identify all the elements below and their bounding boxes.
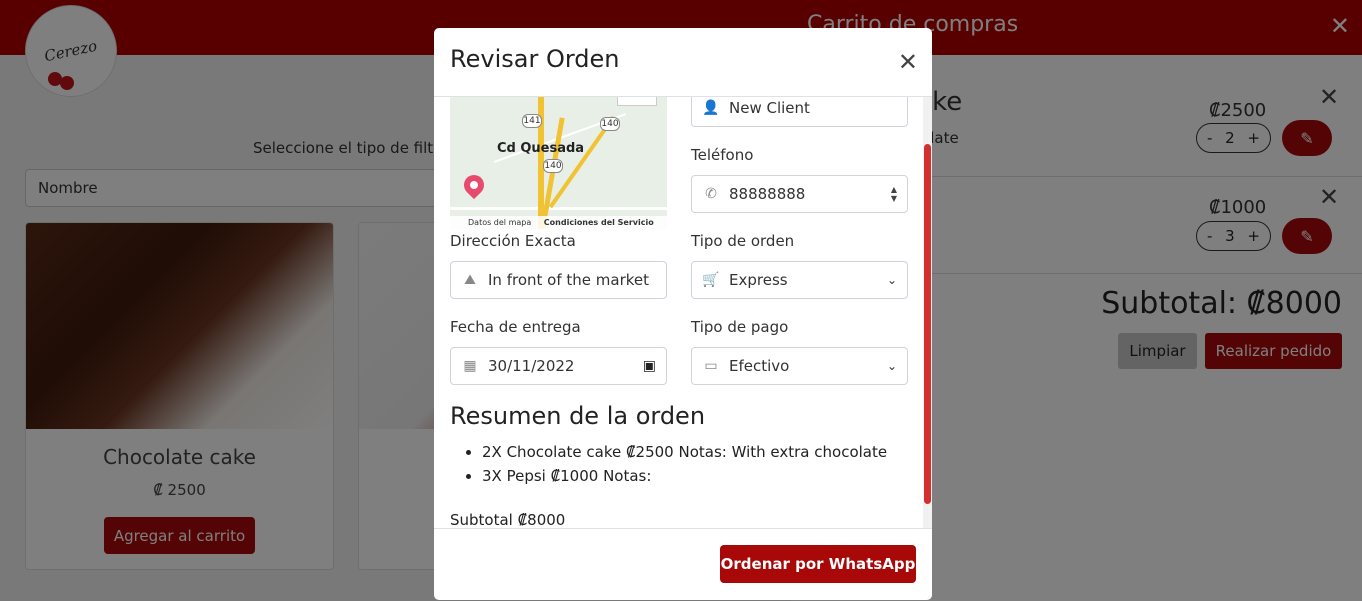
route-shield: 141 (522, 114, 542, 128)
map-terms-link[interactable]: Condiciones del Servicio (544, 218, 654, 227)
modal-title: Revisar Orden (450, 45, 620, 73)
phone-value: 88888888 (729, 185, 806, 203)
close-icon[interactable]: ✕ (898, 48, 918, 76)
map-attribution: Datos del mapa Condiciones del Servicio (450, 216, 667, 229)
summary-item: 2X Chocolate cake ₡2500 Notas: With extr… (482, 440, 887, 464)
order-type-select[interactable]: 🛒 Express ⌄ (691, 261, 908, 299)
map-road (450, 207, 667, 210)
map-pin-icon (459, 170, 489, 200)
calendar-icon: ▦ (463, 358, 477, 374)
phone-icon: ✆ (705, 186, 717, 202)
payment-label: Tipo de pago (691, 318, 789, 336)
modal-header: Revisar Orden ✕ (434, 28, 932, 97)
route-shield: 140 (600, 117, 620, 131)
address-label: Dirección Exacta (450, 232, 576, 250)
phone-field[interactable]: ✆ 88888888 ▲ ▼ (691, 175, 908, 213)
review-order-modal: Revisar Orden ✕ 141 140 140 Cd Quesada D… (434, 28, 932, 600)
phone-label: Teléfono (691, 146, 754, 164)
date-value: 30/11/2022 (488, 357, 575, 375)
modal-scrollbar[interactable] (923, 97, 932, 528)
chevron-down-icon: ⌄ (886, 273, 897, 287)
map-location-icon: ⛰ (464, 272, 476, 288)
name-field[interactable]: 👤 New Client (691, 97, 908, 127)
map-city-label: Cd Quesada (497, 141, 585, 156)
cash-icon: ▭ (704, 358, 718, 374)
map-data-link[interactable]: Datos del mapa (468, 218, 531, 227)
order-type-label: Tipo de orden (691, 232, 795, 250)
name-value: New Client (729, 99, 810, 117)
modal-footer: Ordenar por WhatsApp (434, 528, 932, 600)
map-control[interactable] (617, 97, 657, 106)
payment-type-select[interactable]: ▭ Efectivo ⌄ (691, 347, 908, 385)
modal-body: 141 140 140 Cd Quesada Datos del mapa Co… (434, 97, 932, 528)
calendar-picker-icon[interactable]: ▣ (643, 358, 656, 374)
payment-value: Efectivo (729, 357, 790, 375)
date-label: Fecha de entrega (450, 318, 581, 336)
summary-item: 3X Pepsi ₡1000 Notas: (482, 464, 887, 488)
order-summary-subtotal: Subtotal ₡8000 (450, 511, 566, 528)
delivery-date-field[interactable]: ▦ 30/11/2022 ▣ (450, 347, 667, 385)
cart-icon: 🛒 (702, 272, 720, 288)
order-summary-list: 2X Chocolate cake ₡2500 Notas: With extr… (482, 440, 887, 488)
route-shield: 140 (543, 159, 563, 173)
order-summary-title: Resumen de la orden (450, 402, 706, 430)
chevron-down-icon: ⌄ (886, 359, 897, 373)
user-icon: 👤 (702, 100, 720, 116)
address-field[interactable]: ⛰ In front of the market (450, 261, 667, 299)
order-type-value: Express (729, 271, 788, 289)
order-whatsapp-button[interactable]: Ordenar por WhatsApp (720, 545, 916, 583)
location-map[interactable]: 141 140 140 Cd Quesada Datos del mapa Co… (450, 97, 667, 229)
number-spinner[interactable]: ▲ ▼ (891, 185, 897, 203)
address-value: In front of the market (488, 271, 649, 289)
scrollbar-thumb[interactable] (924, 144, 931, 504)
